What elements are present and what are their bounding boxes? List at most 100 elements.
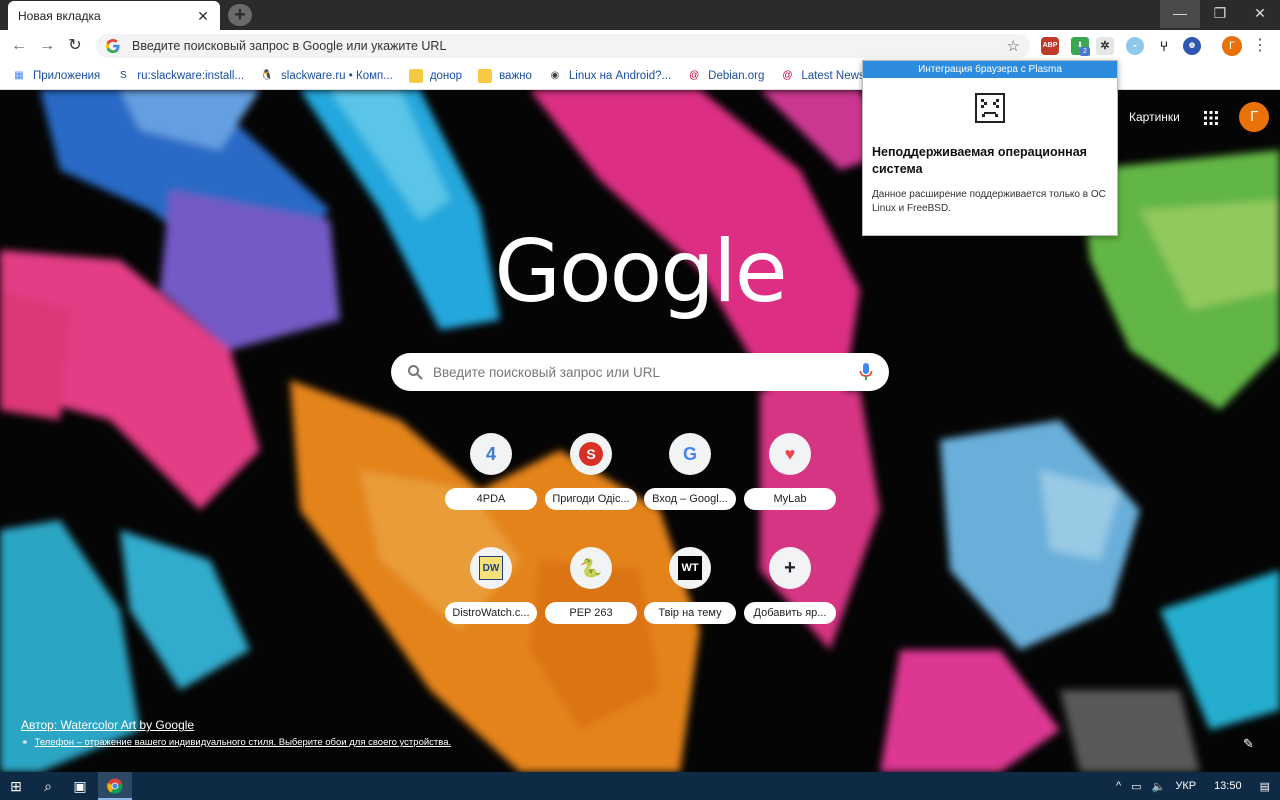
bookmark-label: важно (499, 69, 532, 82)
tab-new-tab[interactable]: Новая вкладка ✕ (8, 1, 220, 30)
account-avatar[interactable]: Г (1239, 102, 1269, 132)
shortcut-tile[interactable]: S Пригоди Одіс... (545, 433, 637, 533)
tab-strip: Новая вкладка ✕ + — ❐ ✕ (0, 0, 1280, 30)
bookmark-item[interactable]: ◉ Linux на Android?... (548, 69, 672, 83)
bookmark-item[interactable]: важно (478, 68, 532, 83)
profile-avatar[interactable]: Г (1222, 36, 1242, 56)
blue-extension-icon[interactable]: ◒ (1126, 37, 1144, 55)
shortcut-icon-circle: 4 (470, 433, 512, 475)
bookmark-label: Linux на Android?... (568, 69, 672, 82)
attribution-link[interactable]: ⚭ Телефон – отражение вашего индивидуаль… (21, 737, 451, 748)
shortcut-tile[interactable]: + Добавить яр... (744, 547, 836, 647)
shortcut-icon-circle: S (570, 433, 612, 475)
shortcut-tile[interactable]: WT Твір на тему (644, 547, 736, 647)
search-icon (408, 365, 423, 380)
google-apps-icon[interactable] (1203, 110, 1219, 126)
plus-icon: + (784, 556, 796, 579)
google-g-icon (106, 39, 120, 53)
network-icon[interactable]: ▭ (1131, 780, 1141, 793)
microphone-icon[interactable] (859, 363, 873, 381)
shortcut-tile[interactable]: G Вход – Googl... (644, 433, 736, 533)
taskbar-search-icon[interactable]: ⌕ (34, 772, 62, 800)
shortcut-icon-circle: WT (669, 547, 711, 589)
shortcut-tile[interactable]: 4 4PDA (445, 433, 537, 533)
slackware-icon: S (119, 69, 127, 81)
shortcut-icon-circle: 🐍 (570, 547, 612, 589)
popup-description: Данное расширение поддерживается только … (872, 189, 1106, 214)
bookmark-label: Latest News (801, 69, 865, 82)
tab-close-icon[interactable]: ✕ (196, 9, 210, 23)
shortcut-label: PEP 263 (545, 602, 637, 624)
tab-title: Новая вкладка (18, 8, 101, 23)
bookmark-item[interactable]: Sru:slackware:install... (116, 69, 244, 83)
language-indicator[interactable]: УКР (1175, 780, 1196, 792)
4pda-icon: 4 (485, 443, 496, 464)
folder-icon (478, 68, 493, 83)
globe-extension-icon[interactable]: ◍ (1183, 37, 1201, 55)
task-view-icon[interactable]: ▣ (66, 772, 94, 800)
popup-title: Неподдерживаемая операционная система (872, 145, 1087, 176)
ntp-search-box[interactable]: Введите поисковый запрос или URL (391, 353, 889, 391)
debian-icon: @ (689, 69, 700, 81)
window-close-button[interactable]: ✕ (1240, 0, 1280, 28)
reload-button[interactable]: ↻ (65, 36, 85, 56)
bookmark-item[interactable]: донор (408, 68, 463, 83)
bookmark-item[interactable]: 🐧 slackware.ru • Комп... (260, 69, 393, 83)
attribution-link-text[interactable]: Телефон – отражение вашего индивидуально… (35, 737, 452, 748)
window-minimize-button[interactable]: — (1160, 0, 1200, 28)
shortcut-tile[interactable]: DW DistroWatch.c... (445, 547, 537, 647)
link-icon: ⚭ (21, 737, 29, 747)
python-icon: 🐍 (579, 557, 603, 578)
shortcut-label: Добавить яр... (744, 602, 836, 624)
forward-button[interactable]: → (37, 36, 57, 56)
chrome-taskbar-icon[interactable] (98, 772, 132, 800)
bookmark-label: донор (429, 69, 463, 82)
browser-toolbar: ← → ↻ Введите поисковый запрос в Google … (0, 30, 1280, 62)
bookmark-star-icon[interactable]: ☆ (1007, 37, 1020, 55)
folder-icon (408, 68, 423, 83)
popup-header: Интеграция браузера с Plasma (863, 61, 1117, 78)
dw-icon: DW (479, 556, 503, 580)
shortcut-icon-circle: ♥ (769, 433, 811, 475)
background-attribution[interactable]: Автор: Watercolor Art by Google (21, 718, 194, 732)
shortcut-icon-circle: + (769, 547, 811, 589)
apps-grid-icon: ▦ (14, 69, 24, 81)
customize-pencil-icon[interactable]: ✎ (1243, 736, 1257, 751)
shortcut-icon-circle: G (669, 433, 711, 475)
shortcut-label: Пригоди Одіс... (545, 488, 637, 510)
fork-extension-icon[interactable]: ⑂ (1155, 37, 1173, 55)
bookmark-label: slackware.ru • Комп... (281, 69, 393, 82)
volume-icon[interactable]: 🔈 (1152, 780, 1166, 793)
shortcut-label: Вход – Googl... (644, 488, 736, 510)
shortcut-label: Твір на тему (644, 602, 736, 624)
images-link[interactable]: Картинки (1129, 110, 1180, 124)
shortcut-tile[interactable]: ♥ MyLab (744, 433, 836, 533)
shortcut-label: DistroWatch.c... (445, 602, 537, 624)
back-button[interactable]: ← (9, 36, 29, 56)
window-maximize-button[interactable]: ❐ (1200, 0, 1240, 28)
bookmark-item[interactable]: @ Debian.org (687, 69, 764, 83)
bookmark-item[interactable]: ▦ Приложения (12, 69, 100, 83)
address-bar[interactable]: Введите поисковый запрос в Google или ук… (96, 34, 1030, 58)
google-g-icon: G (682, 443, 697, 464)
menu-icon[interactable]: ⋮ (1252, 36, 1268, 56)
bookmark-item[interactable]: @ Latest News (780, 69, 864, 83)
windows-taskbar: ⊞ ⌕ ▣ ^ ▭ 🔈 УКР 13:50 ▤ (0, 772, 1280, 800)
new-tab-button[interactable]: + (228, 4, 252, 26)
start-button[interactable]: ⊞ (0, 772, 32, 800)
shortcut-label: 4PDA (445, 488, 537, 510)
tray-chevron-icon[interactable]: ^ (1116, 780, 1121, 792)
notifications-icon[interactable]: ▤ (1260, 780, 1270, 793)
sad-computer-icon (975, 93, 1005, 123)
ntp-search-input[interactable]: Введите поисковый запрос или URL (433, 365, 859, 380)
google-logo: Google (494, 222, 787, 322)
shortcut-tile[interactable]: 🐍 PEP 263 (545, 547, 637, 647)
address-input[interactable]: Введите поисковый запрос в Google или ук… (132, 39, 1007, 53)
plasma-extension-popup: Интеграция браузера с Plasma Неподдержив… (862, 60, 1118, 236)
chrome-icon (107, 778, 123, 794)
plasma-integration-icon[interactable]: ✲ (1096, 37, 1114, 55)
system-tray: ^ ▭ 🔈 УКР 13:50 ▤ (1116, 772, 1280, 800)
clock[interactable]: 13:50 (1214, 780, 1242, 792)
penguin-icon: 🐧 (260, 69, 274, 81)
abp-extension-icon[interactable]: ABP (1041, 37, 1059, 55)
